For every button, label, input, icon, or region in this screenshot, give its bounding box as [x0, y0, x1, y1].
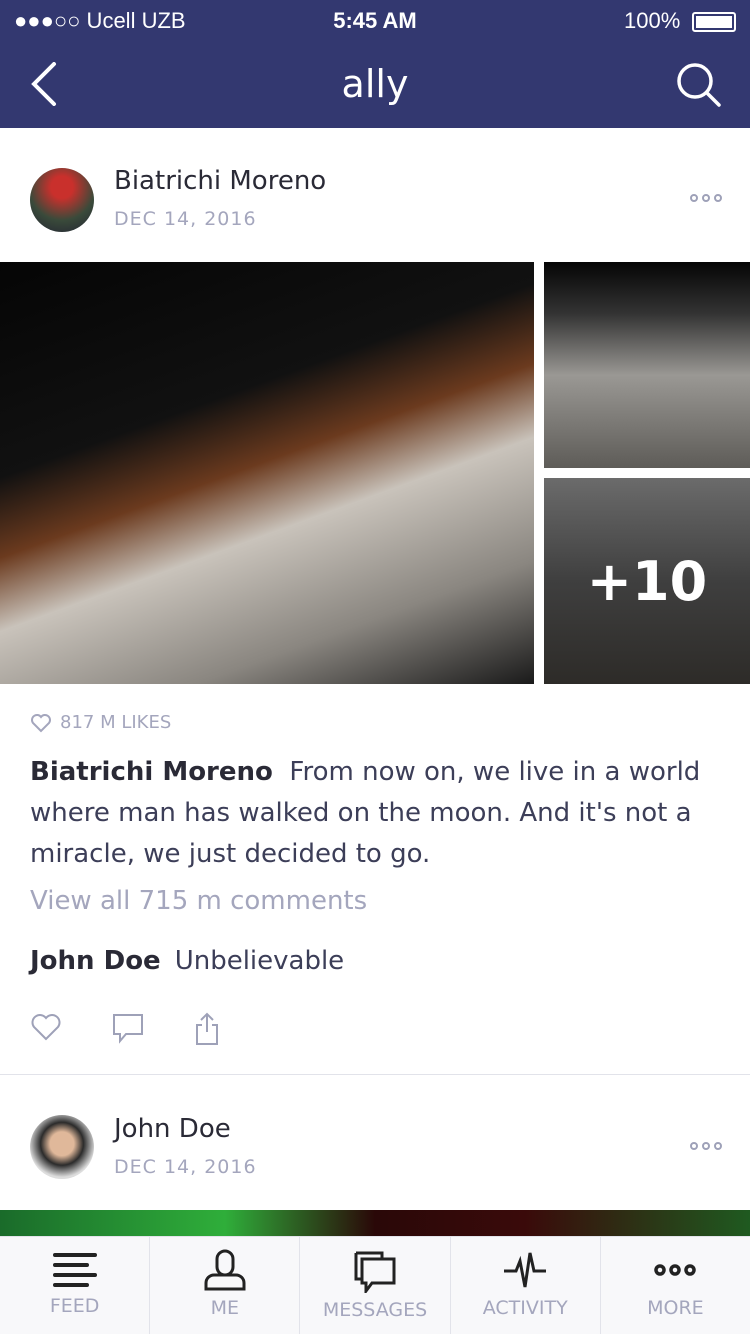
- battery-icon: [692, 12, 736, 32]
- post-header: Biatrichi Moreno DEC 14, 2016: [0, 128, 750, 232]
- share-icon[interactable]: [194, 1012, 220, 1046]
- comment-author[interactable]: John Doe: [30, 946, 161, 976]
- caption-author[interactable]: Biatrichi Moreno: [30, 757, 273, 787]
- like-icon[interactable]: [30, 1012, 62, 1042]
- post-photo-2[interactable]: [544, 262, 750, 468]
- post-photo-main[interactable]: [0, 262, 534, 684]
- avatar[interactable]: [30, 1115, 94, 1179]
- tab-bar: FEED ME MESSAGES ACTIVITY MORE: [0, 1236, 750, 1334]
- likes-label: 817 M LIKES: [60, 712, 172, 733]
- more-photos-count: +10: [586, 549, 708, 613]
- avatar[interactable]: [30, 168, 94, 232]
- tab-feed[interactable]: FEED: [0, 1237, 151, 1334]
- more-options-icon[interactable]: [690, 194, 722, 202]
- tab-label: ME: [210, 1297, 239, 1319]
- tab-more[interactable]: MORE: [601, 1237, 750, 1334]
- view-all-comments-link[interactable]: View all 715 m comments: [30, 886, 367, 916]
- post-caption: Biatrichi Moreno From now on, we live in…: [30, 752, 720, 875]
- tab-label: MORE: [647, 1297, 704, 1319]
- tab-messages[interactable]: MESSAGES: [300, 1237, 451, 1334]
- search-icon[interactable]: [676, 62, 722, 108]
- more-icon: [654, 1264, 697, 1276]
- messages-icon: [354, 1251, 396, 1293]
- author-name[interactable]: Biatrichi Moreno: [114, 166, 326, 196]
- author-name[interactable]: John Doe: [114, 1114, 231, 1144]
- tab-label: ACTIVITY: [482, 1297, 568, 1319]
- post-date: DEC 14, 2016: [114, 208, 257, 230]
- user-icon: [204, 1249, 246, 1291]
- tab-activity[interactable]: ACTIVITY: [451, 1237, 601, 1334]
- comment: John Doe Unbelievable: [30, 946, 344, 976]
- post-photo-3[interactable]: +10: [544, 478, 750, 684]
- battery-level: 100%: [624, 8, 681, 33]
- post-actions: [30, 1012, 220, 1046]
- tab-me[interactable]: ME: [150, 1237, 301, 1334]
- divider: [0, 1074, 750, 1075]
- tab-label: MESSAGES: [322, 1299, 428, 1321]
- activity-icon: [504, 1252, 547, 1288]
- post-header: John Doe DEC 14, 2016: [0, 1076, 750, 1179]
- post-date: DEC 14, 2016: [114, 1156, 257, 1178]
- header: ●●●○○ Ucell UZB 5:45 AM 100% ally: [0, 0, 750, 128]
- heart-icon: [31, 713, 51, 732]
- comment-text: Unbelievable: [174, 946, 345, 976]
- likes-count[interactable]: 817 M LIKES: [30, 712, 171, 733]
- comment-icon[interactable]: [112, 1012, 144, 1044]
- feed-icon: [52, 1253, 97, 1287]
- more-options-icon[interactable]: [690, 1142, 722, 1150]
- app-title: ally: [341, 62, 409, 106]
- tab-label: FEED: [49, 1295, 100, 1317]
